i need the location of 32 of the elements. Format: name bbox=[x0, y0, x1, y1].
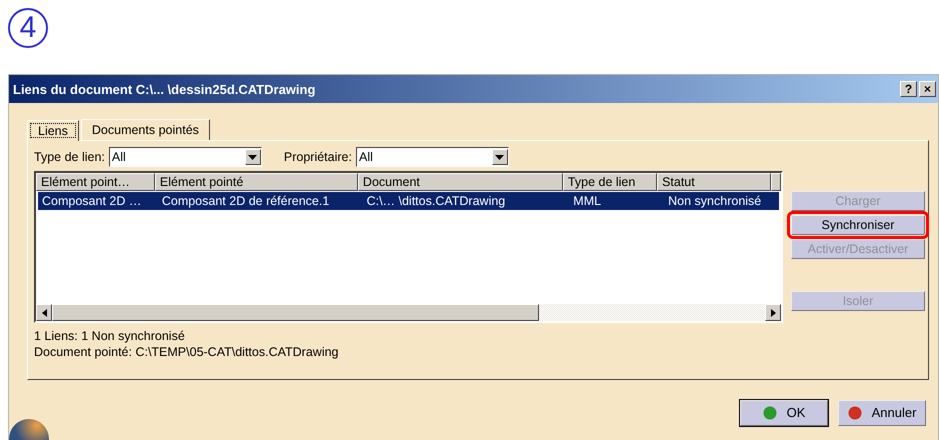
table-cell-text: Composant 2D de référence.1 bbox=[160, 194, 330, 208]
ok-button[interactable]: OK bbox=[740, 400, 828, 426]
status-dot-icon bbox=[848, 406, 862, 420]
column-header[interactable]: Document bbox=[358, 173, 563, 191]
tab[interactable]: Documents pointés bbox=[80, 119, 210, 140]
column-header[interactable]: Statut bbox=[657, 173, 771, 191]
table-cell-text: Non synchronisé bbox=[667, 194, 762, 208]
globe-logo-icon bbox=[9, 419, 49, 440]
window-title: Liens du document C:\... \dessin25d.CATDrawing bbox=[13, 82, 316, 96]
dropdown-field[interactable]: All bbox=[356, 147, 509, 167]
horizontal-scrollbar[interactable] bbox=[36, 304, 781, 321]
dropdown-field[interactable]: All bbox=[108, 147, 262, 167]
close-button[interactable]: × bbox=[919, 81, 936, 97]
filter-label: Propriétaire: bbox=[284, 150, 352, 164]
step-number: 4 bbox=[8, 8, 48, 48]
status-text: 1 Liens: 1 Non synchronisé bbox=[34, 329, 186, 343]
tab[interactable]: Liens bbox=[27, 120, 79, 141]
status-dot-icon bbox=[762, 406, 777, 420]
help-button[interactable]: ? bbox=[900, 81, 917, 97]
scroll-left-icon[interactable] bbox=[36, 304, 52, 321]
table-row[interactable]: Composant 2D … Composant 2D de référence.1 C:\… \dittos.CATDrawing MML Non synchronisé bbox=[38, 192, 779, 210]
status-text: Document pointé: C:\TEMP\05-CAT\dittos.CATDrawing bbox=[34, 345, 340, 359]
column-header[interactable]: Elément point… bbox=[36, 173, 155, 191]
table-cell-text: C:\… \dittos.CATDrawing bbox=[366, 194, 506, 208]
table-cell-text: Composant 2D … bbox=[41, 194, 142, 208]
column-header[interactable]: Elément pointé bbox=[154, 173, 358, 191]
scroll-thumb[interactable] bbox=[52, 304, 539, 321]
cancel-button[interactable]: Annuler bbox=[838, 400, 926, 426]
column-header[interactable]: Type de lien bbox=[562, 173, 658, 191]
table-cell-text: MML bbox=[572, 194, 602, 208]
scroll-right-icon[interactable] bbox=[765, 304, 781, 321]
filter-label: Type de lien: bbox=[34, 150, 105, 164]
